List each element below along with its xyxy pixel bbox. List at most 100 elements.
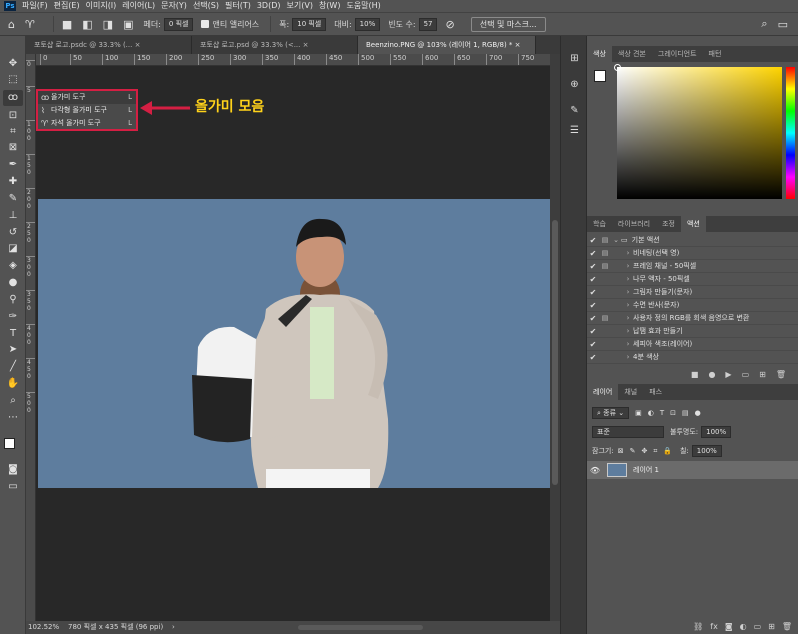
- screen-mode-icon[interactable]: ▭: [3, 479, 23, 495]
- document-image[interactable]: [38, 199, 550, 488]
- filter-toggle-icon[interactable]: ●: [695, 409, 701, 417]
- new-selection-icon[interactable]: ■: [62, 18, 72, 31]
- menu-view[interactable]: 보기(V): [287, 0, 313, 12]
- image-filter-icon[interactable]: ▣: [635, 409, 642, 417]
- dialog-icon[interactable]: ▤: [599, 312, 611, 325]
- lasso-tool-item[interactable]: ꝏ 올가미 도구 L: [38, 91, 136, 104]
- action-row[interactable]: ✔ ▤ › 프레임 채널 - 50픽셀: [587, 260, 798, 273]
- home-icon[interactable]: ⌂: [8, 18, 15, 31]
- delete-icon[interactable]: 🗑: [776, 370, 786, 384]
- action-row[interactable]: ✔ › 납땜 효과 만들기: [587, 325, 798, 338]
- menu-3d[interactable]: 3D(D): [257, 0, 281, 12]
- menu-filter[interactable]: 필터(T): [225, 0, 251, 12]
- stop-icon[interactable]: ■: [691, 370, 699, 384]
- action-row[interactable]: ✔ ▤ › 비네팅(선택 영): [587, 247, 798, 260]
- chevron-right-icon[interactable]: ›: [623, 325, 633, 338]
- type-tool-icon[interactable]: T: [3, 326, 23, 342]
- tab-beenzino[interactable]: Beenzino.PNG @ 103% (레이어 1, RGB/8) * ×: [358, 36, 536, 54]
- eye-icon[interactable]: 👁: [587, 466, 603, 475]
- type-filter-icon[interactable]: T: [660, 409, 664, 417]
- menu-edit[interactable]: 편집(E): [54, 0, 80, 12]
- fx-icon[interactable]: fx: [710, 622, 718, 631]
- check-icon[interactable]: ✔: [587, 338, 599, 351]
- magnetic-lasso-preset-icon[interactable]: ♈: [25, 18, 35, 31]
- chevron-right-icon[interactable]: ›: [623, 260, 633, 273]
- tab-color[interactable]: 색상: [587, 46, 612, 62]
- dialog-icon[interactable]: ▤: [599, 247, 611, 260]
- tab-patterns[interactable]: 패턴: [703, 46, 728, 62]
- layer-filter-dropdown[interactable]: ⌕ 종류 ⌄: [592, 407, 630, 419]
- blend-mode-dropdown[interactable]: 표준: [592, 426, 664, 438]
- feather-input[interactable]: 0 픽셀: [163, 17, 194, 31]
- frequency-input[interactable]: 57: [418, 17, 438, 31]
- fill-input[interactable]: 100%: [691, 445, 722, 457]
- polygonal-lasso-tool-item[interactable]: ⌇ 다각형 올가미 도구 L: [38, 104, 136, 117]
- action-row[interactable]: ✔ › 그림자 만들기(문자): [587, 286, 798, 299]
- adjustments-icon[interactable]: ☰: [565, 122, 584, 140]
- subtract-selection-icon[interactable]: ◨: [103, 18, 113, 31]
- menu-image[interactable]: 이미지(I): [86, 0, 117, 12]
- new-group-icon[interactable]: ▭: [754, 622, 762, 631]
- add-selection-icon[interactable]: ◧: [82, 18, 92, 31]
- width-input[interactable]: 10 픽셀: [292, 17, 327, 31]
- zoom-level[interactable]: 102.52%: [28, 621, 59, 634]
- history-brush-tool-icon[interactable]: ↺: [3, 225, 23, 241]
- menu-type[interactable]: 문자(Y): [161, 0, 187, 12]
- new-action-icon[interactable]: ⊞: [759, 370, 766, 384]
- brush-settings-icon[interactable]: ✎: [565, 102, 584, 120]
- opacity-input[interactable]: 100%: [701, 426, 732, 438]
- link-layers-icon[interactable]: ⛓: [693, 622, 703, 631]
- chevron-right-icon[interactable]: ›: [623, 299, 633, 312]
- path-selection-tool-icon[interactable]: ➤: [3, 342, 23, 358]
- marquee-tool-icon[interactable]: ⬚: [3, 72, 23, 88]
- layer-name[interactable]: 레이어 1: [633, 465, 659, 475]
- action-row[interactable]: ✔ › 수면 반사(문자): [587, 299, 798, 312]
- layer-item[interactable]: 👁 레이어 1: [587, 461, 798, 479]
- eraser-tool-icon[interactable]: ◪: [3, 241, 23, 257]
- blur-tool-icon[interactable]: ●: [3, 275, 23, 291]
- tab-gradients[interactable]: 그레이디언트: [652, 46, 703, 62]
- action-row[interactable]: ✔ › 4분 색상: [587, 351, 798, 364]
- search-icon[interactable]: ⌕: [761, 17, 767, 31]
- menu-select[interactable]: 선택(S): [193, 0, 219, 12]
- color-picker-field[interactable]: [614, 64, 782, 199]
- contrast-input[interactable]: 10%: [354, 17, 381, 31]
- more-tools-icon[interactable]: ⋯: [3, 410, 23, 426]
- play-icon[interactable]: ▶: [725, 370, 731, 384]
- close-icon[interactable]: ×: [135, 41, 141, 49]
- brush-tool-icon[interactable]: ✎: [3, 191, 23, 207]
- action-set-row[interactable]: ✔ ▤ ⌄ ▭ 기본 액션: [587, 234, 798, 247]
- lock-all-icon[interactable]: 🔒: [663, 447, 672, 455]
- status-menu-icon[interactable]: ›: [172, 621, 175, 634]
- hand-tool-icon[interactable]: ✋: [3, 376, 23, 392]
- chevron-right-icon[interactable]: ›: [623, 338, 633, 351]
- lock-artboard-icon[interactable]: ⌗: [653, 447, 657, 456]
- tab-adjustments[interactable]: 조정: [656, 216, 681, 232]
- menu-layer[interactable]: 레이어(L): [122, 0, 155, 12]
- action-row[interactable]: ✔ › 세피아 색조(레이어): [587, 338, 798, 351]
- quick-select-tool-icon[interactable]: ⊡: [3, 108, 23, 124]
- chevron-right-icon[interactable]: ›: [623, 273, 633, 286]
- tab-libraries[interactable]: 라이브러리: [612, 216, 656, 232]
- healing-brush-tool-icon[interactable]: ✚: [3, 174, 23, 190]
- tab-channels[interactable]: 채널: [618, 384, 643, 400]
- eyedropper-tool-icon[interactable]: ✒: [3, 157, 23, 173]
- lasso-tool-icon[interactable]: ꝏ: [3, 90, 23, 106]
- line-tool-icon[interactable]: ╱: [3, 359, 23, 375]
- vertical-scrollbar[interactable]: [550, 54, 560, 621]
- check-icon[interactable]: ✔: [587, 286, 599, 299]
- antialias-checkbox[interactable]: [201, 20, 210, 28]
- clone-stamp-tool-icon[interactable]: ⊥: [3, 208, 23, 224]
- check-icon[interactable]: ✔: [587, 273, 599, 286]
- select-and-mask-button[interactable]: 선택 및 마스크...: [470, 16, 546, 32]
- tab-actions[interactable]: 액션: [680, 216, 706, 232]
- lock-transparent-icon[interactable]: ⊠: [618, 447, 624, 455]
- dodge-tool-icon[interactable]: ⚲: [3, 292, 23, 308]
- magnetic-lasso-tool-item[interactable]: ♈ 자석 올가미 도구 L: [38, 117, 136, 130]
- menu-file[interactable]: 파일(F): [22, 0, 48, 12]
- horizontal-scrollbar-thumb[interactable]: [298, 625, 423, 630]
- menu-window[interactable]: 창(W): [319, 0, 341, 12]
- new-layer-icon[interactable]: ⊞: [768, 622, 775, 631]
- chevron-right-icon[interactable]: ›: [623, 247, 633, 260]
- dialog-icon[interactable]: ▤: [599, 234, 611, 247]
